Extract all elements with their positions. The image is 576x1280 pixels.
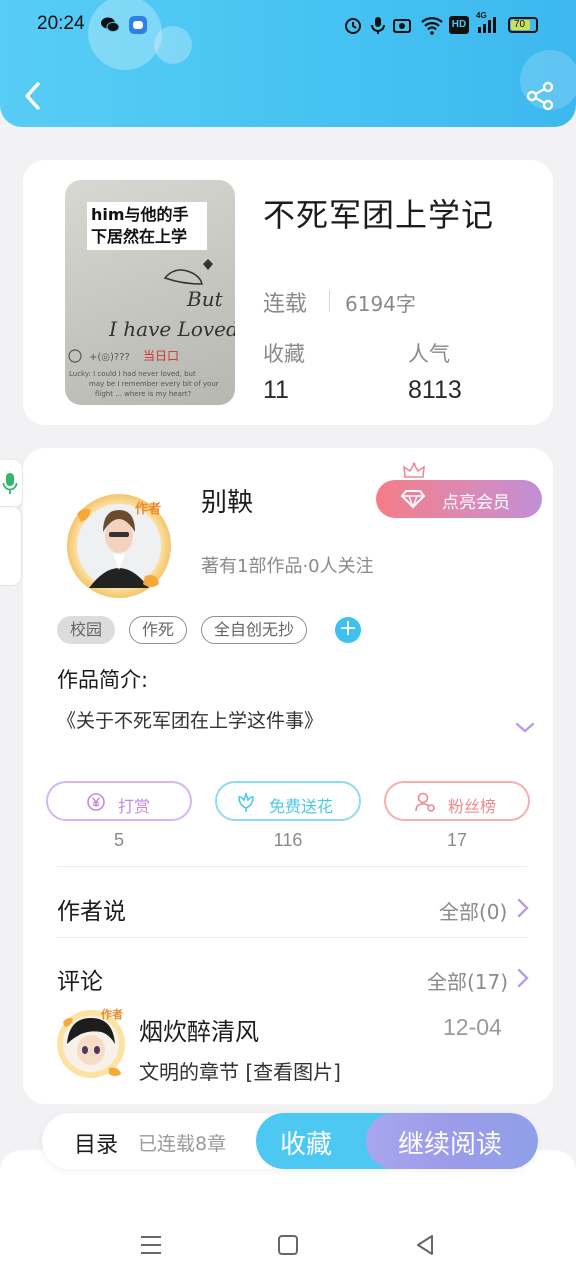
divider (57, 866, 527, 867)
wechat-icon (101, 17, 120, 33)
intro-text: 《关于不死军团在上学这件事》 (57, 710, 324, 732)
side-panel-handle[interactable] (0, 506, 22, 586)
book-word-count: 6194字 (345, 292, 416, 316)
comments-all-link[interactable]: 全部(17) (427, 966, 508, 995)
flower-icon (238, 791, 254, 812)
back-button[interactable] (18, 78, 48, 114)
tag-item[interactable]: 校园 (57, 616, 116, 644)
book-info-card: him与他的手下居然在上学 But I have Loved +(◎)??? 当… (23, 160, 553, 425)
author-name[interactable]: 别鞅 (201, 482, 253, 519)
battery-icon: 70 (508, 17, 538, 33)
popularity-count: 8113 (408, 376, 462, 404)
continue-reading-button[interactable]: 继续阅读 (366, 1113, 538, 1169)
diamond-icon (400, 490, 426, 509)
tag-item[interactable]: 作死 (129, 616, 188, 644)
hd-icon: HD (449, 16, 469, 34)
network-type: 4G (476, 11, 487, 20)
commenter-badge: 作者 (101, 1008, 123, 1021)
cover-text: him与他的手下居然在上学 (87, 202, 207, 250)
book-cover[interactable]: him与他的手下居然在上学 But I have Loved +(◎)??? 当… (65, 180, 235, 405)
favorites-count: 11 (263, 376, 289, 404)
camera-status-icon (393, 19, 411, 33)
comment-date: 12-04 (443, 1014, 502, 1040)
yen-icon (87, 793, 105, 811)
mic-icon (2, 473, 18, 494)
toc-button[interactable]: 目录 (74, 1127, 118, 1159)
flower-count: 116 (273, 830, 303, 850)
voice-tab[interactable] (0, 460, 22, 508)
header: 20:24 HD 4G 70 (0, 0, 576, 127)
home-nav-icon[interactable] (275, 1232, 301, 1258)
send-flower-label: 免费送花 (269, 797, 334, 816)
intro-label: 作品简介: (57, 668, 149, 692)
mic-status-icon (371, 17, 385, 34)
collect-button-label: 收藏 (280, 1130, 333, 1160)
chevron-right-icon[interactable] (515, 897, 531, 919)
message-app-icon (129, 16, 147, 34)
favorites-label: 收藏 (263, 342, 305, 366)
status-time: 20:24 (37, 13, 85, 34)
author-says-title: 作者说 (57, 899, 126, 925)
book-status: 连载 (263, 292, 308, 317)
svg-text:But: But (186, 287, 224, 311)
crown-icon (403, 462, 425, 478)
menu-nav-icon[interactable] (138, 1232, 164, 1258)
send-flower-button[interactable]: 免费送花 (215, 781, 361, 821)
svg-text:flight ... where is my heart?: flight ... where is my heart? (95, 390, 191, 398)
author-avatar[interactable]: 作者 (61, 488, 173, 600)
svg-text:+(◎)???: +(◎)??? (89, 352, 130, 363)
bottom-action-bar: 目录 已连载8章 收藏 继续阅读 (42, 1113, 538, 1169)
user-rank-icon (415, 792, 435, 812)
fan-ranking-label: 粉丝榜 (448, 797, 497, 816)
battery-text: 70 (514, 19, 526, 30)
comments-title: 评论 (57, 969, 103, 995)
wifi-icon (421, 17, 443, 35)
alarm-icon (345, 18, 361, 34)
author-says-all-link[interactable]: 全部(0) (439, 896, 507, 925)
add-tag-button[interactable]: + (335, 617, 362, 643)
fan-ranking-button[interactable]: 粉丝榜 (384, 781, 530, 821)
tag-item[interactable]: 全自创无抄 (201, 616, 308, 644)
chapter-count: 已连载8章 (138, 1133, 227, 1155)
svg-text:Lucky: I could I had never lov: Lucky: I could I had never loved, but (69, 370, 196, 378)
divider (329, 290, 330, 312)
vip-button[interactable]: 点亮会员 (376, 462, 542, 518)
svg-text:may be I remember every bit of: may be I remember every bit of your (89, 380, 219, 388)
svg-text:I have Loved: I have Loved (108, 317, 235, 341)
comment-username[interactable]: 烟炊醉清风 (139, 1012, 259, 1047)
cover-scribble: But I have Loved +(◎)??? 当日口 Lucky: I co… (68, 259, 235, 398)
fan-count: 17 (446, 830, 468, 850)
tag-list: 校园 作死 全自创无抄 + (57, 616, 362, 644)
expand-chevron-icon[interactable] (513, 716, 537, 740)
popularity-label: 人气 (408, 342, 450, 366)
comment-text[interactable]: 文明的章节 [查看图片] (139, 1056, 341, 1085)
vip-button-label: 点亮会员 (442, 493, 510, 513)
author-info-card: 作者 别鞅 著有1部作品·0人关注 点亮会员 校园 作死 全自创无抄 + 作品简… (23, 448, 553, 1104)
back-nav-icon[interactable] (412, 1232, 438, 1258)
continue-reading-label: 继续阅读 (398, 1130, 503, 1160)
status-bar: 20:24 HD 4G 70 (0, 0, 576, 50)
book-title: 不死军团上学记 (263, 196, 495, 234)
divider (57, 937, 527, 938)
svg-text:当日口: 当日口 (143, 349, 179, 363)
author-badge: 作者 (135, 502, 162, 517)
tip-count: 5 (113, 830, 124, 850)
tip-button[interactable]: 打赏 (46, 781, 192, 821)
chevron-right-icon[interactable] (515, 967, 531, 989)
commenter-avatar[interactable]: 作者 (53, 1004, 129, 1080)
author-meta: 著有1部作品·0人关注 (201, 556, 374, 577)
tip-button-label: 打赏 (118, 797, 151, 816)
bottom-panel (0, 1150, 576, 1280)
share-button[interactable] (524, 80, 556, 112)
